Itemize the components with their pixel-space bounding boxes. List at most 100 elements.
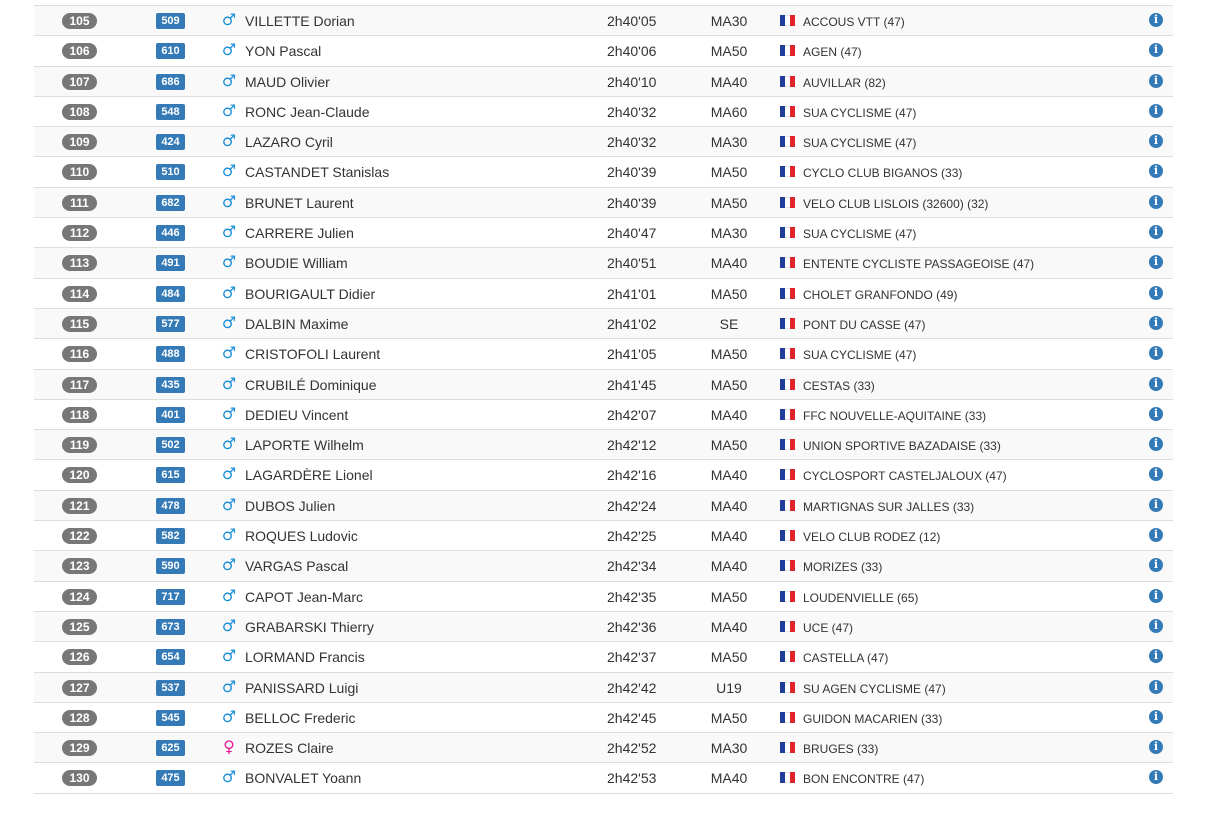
- rider-name: LORMAND Francis: [245, 649, 365, 666]
- france-flag-icon: [780, 530, 795, 542]
- category: MA30: [710, 740, 748, 757]
- info-icon[interactable]: i: [1149, 467, 1163, 482]
- table-row[interactable]: 111 682 ♂ BRUNET Laurent 2h40'39 MA50 VELO CLU…: [34, 187, 1173, 219]
- info-icon[interactable]: i: [1149, 558, 1163, 573]
- info-icon[interactable]: i: [1149, 376, 1163, 391]
- club-name: FFC NOUVELLE-AQUITAINE (33): [803, 408, 987, 423]
- table-row[interactable]: 129 625 ♀ ROZES Claire 2h42'52 MA30 BRUGES (33…: [34, 733, 1173, 764]
- finish-time: 2h41'01: [607, 285, 657, 302]
- club-name: CYCLO CLUB BIGANOS (33): [803, 166, 963, 181]
- finish-time: 2h40'05: [607, 13, 657, 29]
- table-row[interactable]: 116 488 ♂ CRISTOFOLI Laurent 2h41'05 MA50 SUA …: [34, 339, 1173, 370]
- france-flag-icon: [780, 772, 795, 784]
- info-icon[interactable]: i: [1149, 497, 1163, 512]
- info-icon[interactable]: i: [1149, 709, 1163, 724]
- table-row[interactable]: 126 654 ♂ LORMAND Francis 2h42'37 MA50 CASTELL…: [34, 642, 1173, 673]
- france-flag-icon: [780, 15, 795, 26]
- info-icon[interactable]: i: [1149, 255, 1163, 270]
- info-icon[interactable]: i: [1149, 285, 1163, 300]
- info-icon[interactable]: i: [1149, 225, 1163, 240]
- bib-badge: 475: [156, 770, 185, 787]
- info-icon[interactable]: i: [1149, 194, 1163, 209]
- male-icon: ♂: [221, 343, 237, 363]
- position-badge: 116: [62, 346, 97, 363]
- table-row[interactable]: 113 491 ♂ BOUDIE William 2h40'51 MA40 ENTENTE …: [34, 248, 1173, 279]
- table-row[interactable]: 105 509 ♂ VILLETTE Dorian 2h40'05 MA30 ACCOUS …: [34, 6, 1173, 37]
- rider-name: ROZES Claire: [245, 740, 334, 757]
- position-badge: 130: [62, 770, 97, 787]
- info-icon[interactable]: i: [1149, 649, 1163, 664]
- male-icon: ♂: [221, 615, 237, 635]
- table-row[interactable]: 117 435 ♂ CRUBILÉ Dominique 2h41'45 MA50 CESTA…: [34, 369, 1173, 400]
- rider-name: MAUD Olivier: [245, 73, 330, 90]
- male-icon: ♂: [221, 282, 237, 302]
- info-icon[interactable]: i: [1149, 164, 1163, 179]
- table-row[interactable]: 109 424 ♂ LAZARO Cyril 2h40'32 MA30 SUA CYCLIS…: [34, 127, 1173, 158]
- male-icon: ♂: [221, 222, 237, 242]
- info-icon[interactable]: i: [1149, 588, 1163, 603]
- table-row[interactable]: 119 502 ♂ LAPORTE Wilhelm 2h42'12 MA50 UNION S…: [34, 430, 1173, 461]
- finish-time: 2h40'39: [607, 164, 657, 181]
- table-row[interactable]: 127 537 ♂ PANISSARD Luigi 2h42'42 U19 SU AGEN …: [34, 672, 1173, 703]
- rider-name: DEDIEU Vincent: [245, 406, 349, 423]
- table-row[interactable]: 110 510 ♂ CASTANDET Stanislas 2h40'39 MA50 CYC…: [34, 157, 1173, 188]
- category: MA60: [710, 103, 748, 120]
- table-row[interactable]: 123 590 ♂ VARGAS Pascal 2h42'34 MA40 MORIZES (…: [34, 551, 1173, 582]
- info-icon[interactable]: i: [1149, 346, 1163, 361]
- club-name: SUA CYCLISME (47): [803, 105, 917, 120]
- finish-time: 2h40'06: [607, 43, 657, 60]
- info-icon[interactable]: i: [1149, 43, 1163, 58]
- bib-badge: 510: [156, 164, 185, 181]
- table-row[interactable]: 114 484 ♂ BOURIGAULT Didier 2h41'01 MA50 CHOLE…: [34, 278, 1173, 309]
- info-icon[interactable]: i: [1149, 134, 1163, 149]
- table-row[interactable]: 112 446 ♂ CARRERE Julien 2h40'47 MA30 SUA CYCL…: [34, 218, 1173, 249]
- male-icon: ♂: [221, 494, 237, 514]
- info-icon[interactable]: i: [1149, 770, 1163, 785]
- table-row[interactable]: 118 401 ♂ DEDIEU Vincent 2h42'07 MA40 FFC NOUV…: [34, 399, 1173, 431]
- male-icon: ♂: [221, 100, 237, 120]
- finish-time: 2h40'10: [607, 73, 657, 90]
- info-icon[interactable]: i: [1149, 528, 1163, 543]
- info-icon[interactable]: i: [1149, 740, 1163, 755]
- info-icon[interactable]: i: [1149, 103, 1163, 118]
- male-icon: ♂: [221, 706, 237, 726]
- position-badge: 110: [62, 164, 97, 181]
- info-icon[interactable]: i: [1149, 73, 1163, 88]
- info-icon[interactable]: i: [1149, 437, 1163, 452]
- info-icon[interactable]: i: [1149, 679, 1163, 694]
- table-row[interactable]: 121 478 ♂ DUBOS Julien 2h42'24 MA40 MARTIGNAS …: [34, 490, 1173, 522]
- table-row[interactable]: 125 673 ♂ GRABARSKI Thierry 2h42'36 MA40 UCE (…: [34, 611, 1173, 643]
- france-flag-icon: [780, 378, 795, 390]
- table-row[interactable]: 115 577 ♂ DALBIN Maxime 2h41'02 SE PONT DU CAS…: [34, 308, 1173, 340]
- table-row[interactable]: 124 717 ♂ CAPOT Jean-Marc 2h42'35 MA50 LOUDENV…: [34, 581, 1173, 612]
- finish-time: 2h42'42: [607, 679, 657, 696]
- table-row[interactable]: 128 545 ♂ BELLOC Frederic 2h42'45 MA50 GUIDON …: [34, 702, 1173, 734]
- info-icon[interactable]: i: [1149, 13, 1163, 27]
- rider-name: BOURIGAULT Didier: [245, 285, 376, 302]
- male-icon: ♂: [221, 525, 237, 545]
- finish-time: 2h40'47: [607, 225, 657, 242]
- info-icon[interactable]: i: [1149, 618, 1163, 633]
- club-name: CESTAS (33): [803, 378, 875, 393]
- info-icon[interactable]: i: [1149, 315, 1163, 330]
- info-icon[interactable]: i: [1149, 406, 1163, 421]
- france-flag-icon: [780, 287, 795, 299]
- table-row[interactable]: 130 475 ♂ BONVALET Yoann 2h42'53 MA40 BON ENCO…: [34, 763, 1173, 794]
- bib-badge: 545: [156, 709, 185, 726]
- table-row[interactable]: 106 610 ♂ YON Pascal 2h40'06 MA50 AGEN (47) i: [34, 36, 1173, 67]
- table-row[interactable]: 120 615 ♂ LAGARDÈRE Lionel 2h42'16 MA40 CYCLOS…: [34, 460, 1173, 491]
- rider-name: BELLOC Frederic: [245, 709, 356, 726]
- france-flag-icon: [780, 711, 795, 723]
- male-icon: ♂: [221, 70, 237, 90]
- position-badge: 108: [62, 103, 97, 120]
- category: MA40: [710, 467, 748, 484]
- finish-time: 2h41'02: [607, 315, 657, 332]
- france-flag-icon: [780, 469, 795, 481]
- table-row[interactable]: 107 686 ♂ MAUD Olivier 2h40'10 MA40 AUVILLAR (…: [34, 66, 1173, 97]
- table-row[interactable]: 108 548 ♂ RONC Jean-Claude 2h40'32 MA60 SUA CY…: [34, 96, 1173, 128]
- club-name: SUA CYCLISME (47): [803, 227, 917, 242]
- table-row[interactable]: 122 582 ♂ ROQUES Ludovic 2h42'25 MA40 VELO CLU…: [34, 521, 1173, 552]
- france-flag-icon: [780, 317, 795, 329]
- finish-time: 2h42'24: [607, 497, 657, 514]
- category: MA40: [710, 528, 748, 545]
